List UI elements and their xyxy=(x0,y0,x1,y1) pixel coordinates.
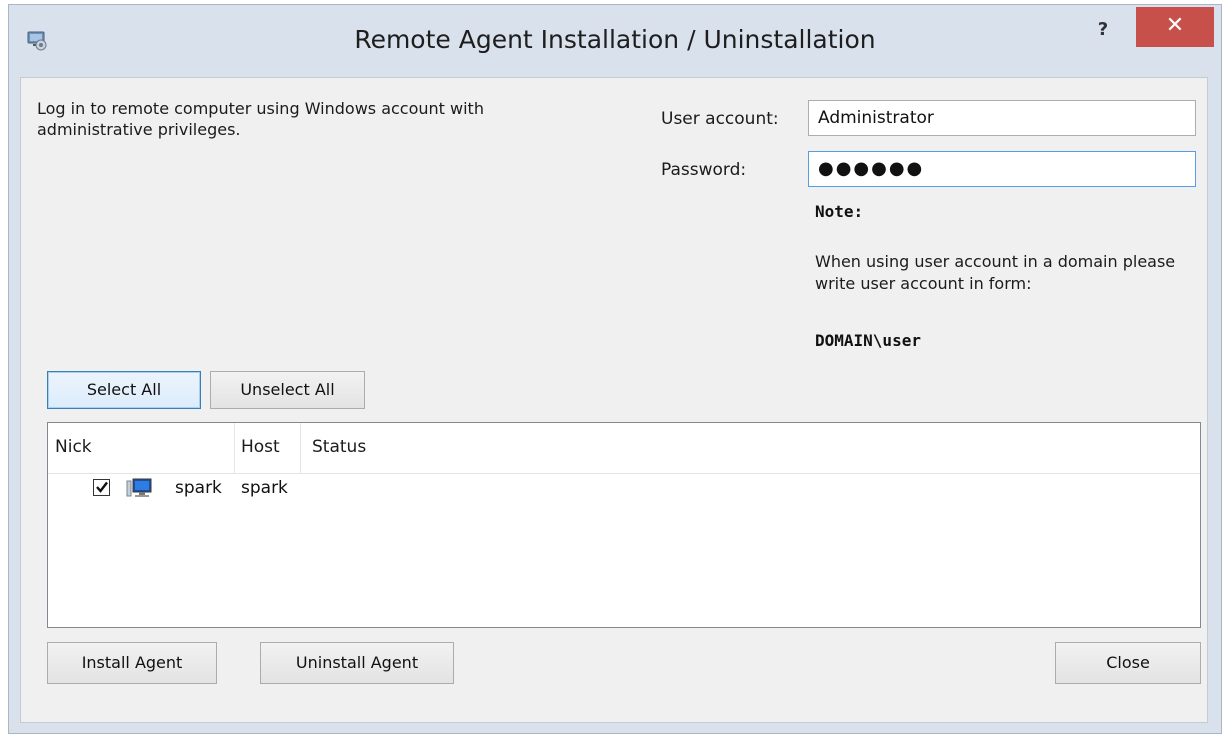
dialog-content: Log in to remote computer using Windows … xyxy=(20,77,1208,723)
list-header: Nick Host Status xyxy=(48,423,1200,474)
row-nick: spark xyxy=(175,478,222,498)
computer-icon xyxy=(126,477,154,501)
note-text: When using user account in a domain plea… xyxy=(815,252,1176,293)
row-host: spark xyxy=(241,478,288,498)
title-bar[interactable]: Remote Agent Installation / Uninstallati… xyxy=(9,5,1221,77)
unselect-all-button[interactable]: Unselect All xyxy=(210,371,365,409)
agent-list[interactable]: Nick Host Status spark spark xyxy=(47,422,1201,628)
user-account-label: User account: xyxy=(661,109,779,129)
intro-text: Log in to remote computer using Windows … xyxy=(37,99,484,139)
password-input[interactable]: ●●●●●● xyxy=(808,151,1196,187)
select-all-button[interactable]: Select All xyxy=(47,371,201,409)
close-button[interactable]: Close xyxy=(1055,642,1201,684)
row-checkbox[interactable] xyxy=(93,479,110,496)
uninstall-agent-button[interactable]: Uninstall Agent xyxy=(260,642,454,684)
dialog-window: Remote Agent Installation / Uninstallati… xyxy=(8,4,1222,734)
window-title: Remote Agent Installation / Uninstallati… xyxy=(354,25,876,54)
user-account-input[interactable] xyxy=(808,100,1196,136)
close-icon: ✕ xyxy=(1165,13,1185,38)
column-status[interactable]: Status xyxy=(312,437,366,457)
column-separator[interactable] xyxy=(234,423,235,473)
column-host[interactable]: Host xyxy=(241,437,280,457)
help-icon: ? xyxy=(1097,19,1109,40)
checkmark-icon xyxy=(96,481,108,493)
note-title: Note: xyxy=(815,202,864,221)
column-separator[interactable] xyxy=(300,423,301,473)
note-domain-format: DOMAIN\user xyxy=(815,331,921,350)
column-nick[interactable]: Nick xyxy=(55,437,92,457)
window-close-button[interactable]: ✕ xyxy=(1136,7,1214,47)
install-agent-button[interactable]: Install Agent xyxy=(47,642,217,684)
password-label: Password: xyxy=(661,160,747,180)
table-row[interactable]: spark spark xyxy=(48,476,1200,506)
help-button[interactable]: ? xyxy=(1081,15,1125,49)
